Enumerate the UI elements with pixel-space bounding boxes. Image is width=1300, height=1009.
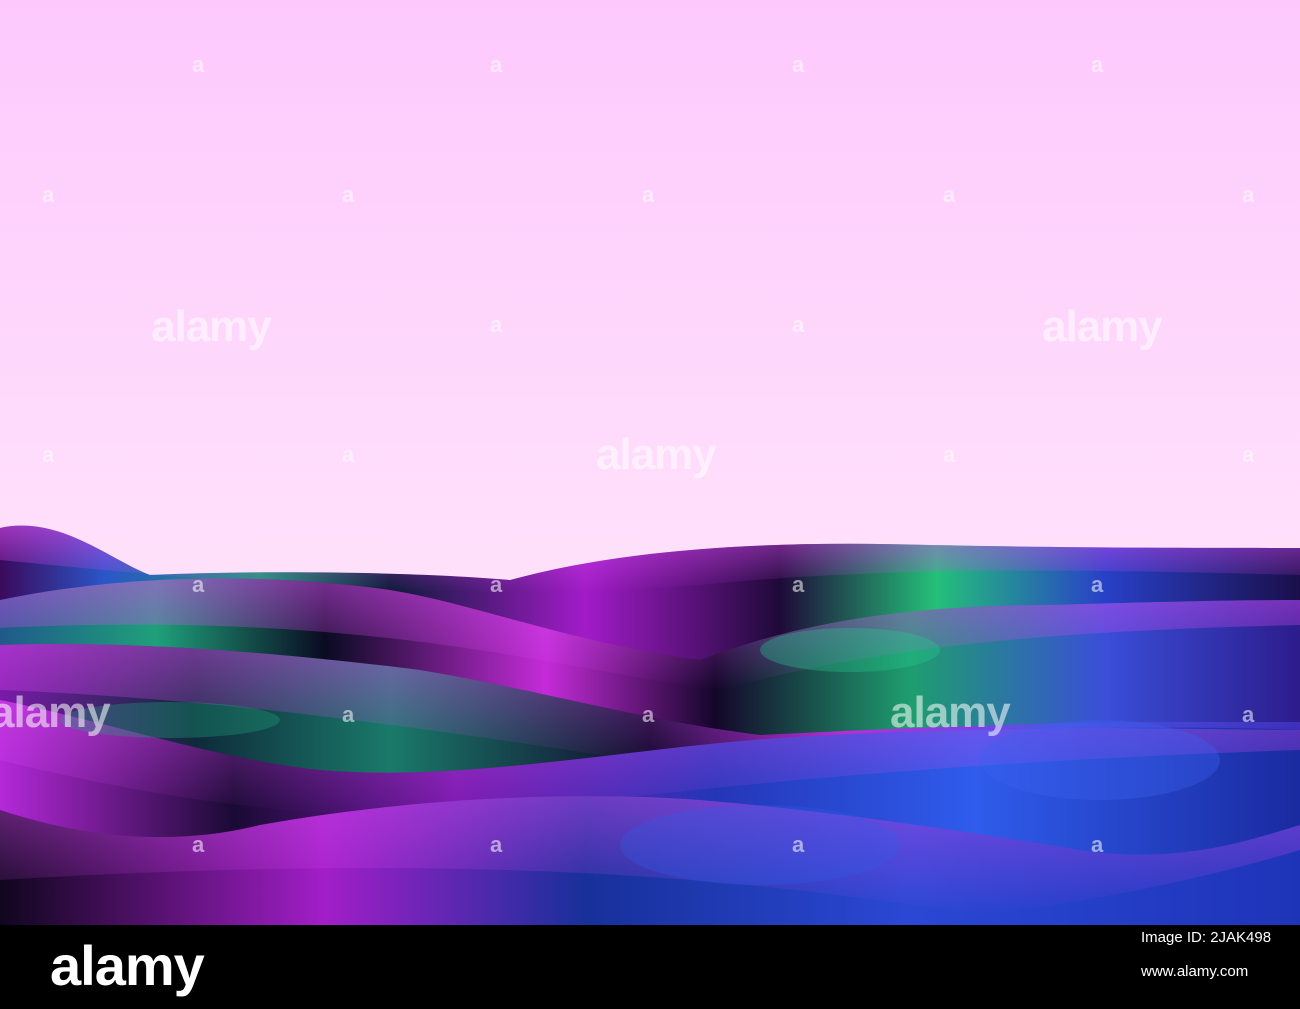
iridescent-fabric-waves-image: [0, 0, 1300, 925]
footer-brand-logo: alamy: [50, 934, 205, 997]
footer-bar: alamy Image ID: 2JAK498 www.alamy.com: [0, 925, 1300, 1009]
footer-url: www.alamy.com: [1141, 963, 1249, 980]
stock-photo: alamy alamy alamy alamy alamy a a a a a …: [0, 0, 1300, 1009]
footer-image-id: Image ID: 2JAK498: [1141, 929, 1272, 946]
